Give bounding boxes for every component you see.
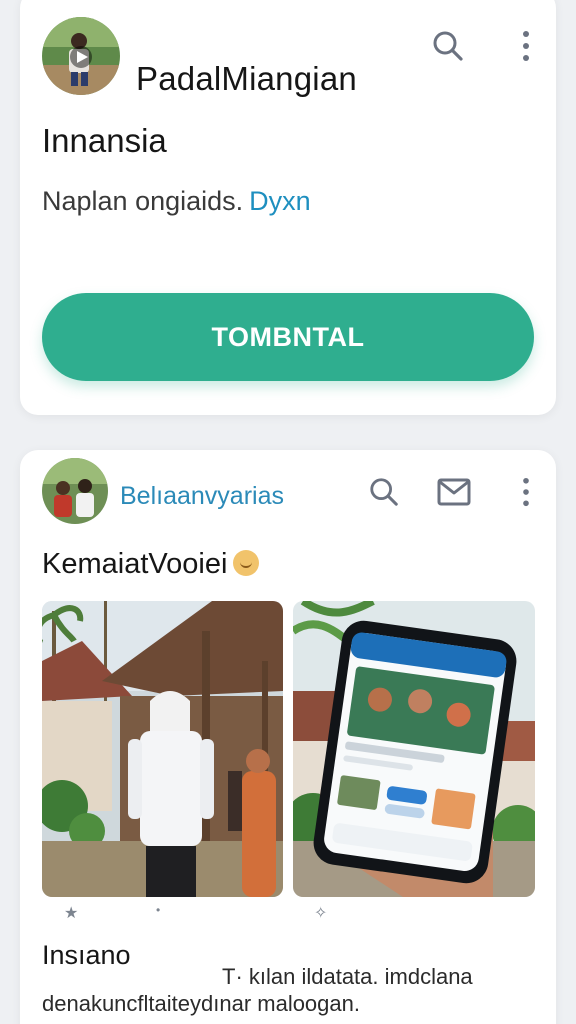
star-icon[interactable]: ★	[64, 903, 78, 923]
avatar-photo	[42, 17, 120, 95]
post-card: Belıaanvyarias KemaiatVooiei ★ • ✧ Insıa…	[20, 450, 556, 1024]
search-icon	[433, 31, 463, 61]
village-photo-image	[42, 601, 283, 897]
profile-card: PadalMiangian Innansia Naplan ongiaids. D…	[20, 0, 556, 415]
smiley-emoji-icon	[233, 550, 260, 576]
profile-subtitle: Innansia	[42, 122, 167, 159]
post-title-text: KemaiatVooiei	[42, 548, 228, 580]
search-button[interactable]	[428, 26, 468, 66]
post-author-name[interactable]: Belıaanvyarias	[120, 482, 284, 511]
profile-description: Naplan ongiaids. Dyxn	[42, 186, 311, 217]
post-description: denakuncfltaiteydınar maloogan.	[42, 991, 360, 1016]
message-button[interactable]	[434, 472, 474, 512]
search-icon	[370, 478, 398, 506]
post-caption: T· kılan ildatata. imdclana	[222, 964, 473, 989]
sparkle-icon[interactable]: ✧	[314, 903, 327, 923]
post-title: KemaiatVooiei	[42, 548, 260, 581]
mail-icon	[437, 478, 471, 506]
post-search-button[interactable]	[364, 472, 404, 512]
description-link[interactable]: Dyxn	[249, 186, 311, 216]
primary-action-button[interactable]: TOMBNTAL	[42, 293, 534, 381]
phone-photo-image	[293, 601, 535, 897]
post-footer-title: Insıano	[42, 940, 131, 970]
author-avatar-photo	[42, 458, 108, 524]
phone-app-photo[interactable]	[293, 601, 535, 897]
profile-avatar[interactable]	[42, 17, 120, 95]
dot-icon: •	[156, 903, 161, 917]
more-vertical-icon	[523, 31, 529, 61]
description-text: Naplan ongiaids.	[42, 186, 244, 216]
post-more-button[interactable]	[506, 472, 546, 512]
profile-title: PadalMiangian	[136, 60, 357, 97]
village-man-photo[interactable]	[42, 601, 283, 897]
author-avatar[interactable]	[42, 458, 108, 524]
more-options-button[interactable]	[506, 26, 546, 66]
more-vertical-icon	[523, 477, 529, 507]
